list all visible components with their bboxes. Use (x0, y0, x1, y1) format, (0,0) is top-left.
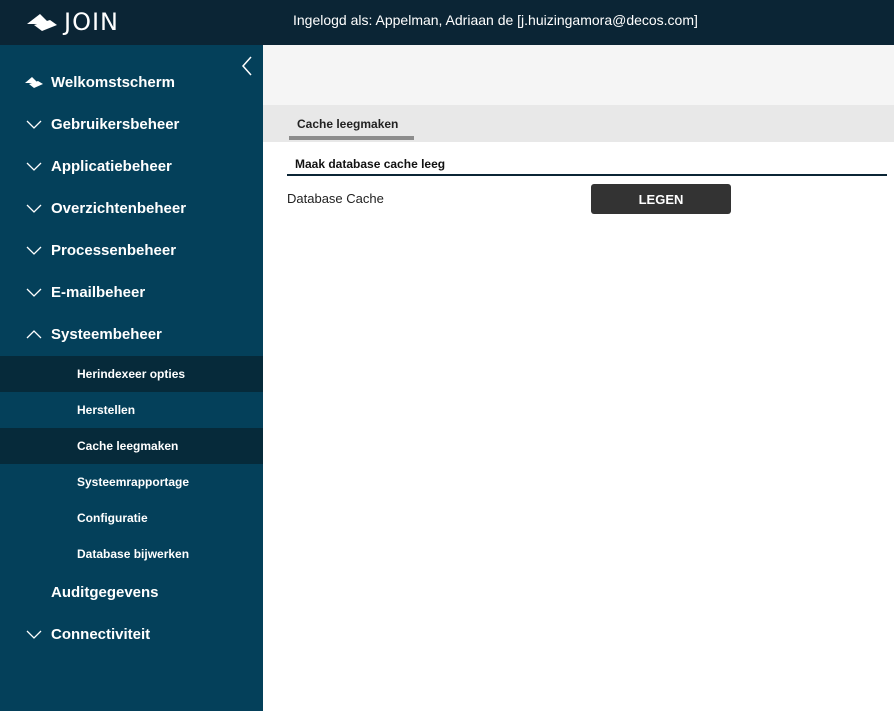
sidebar-item-systeembeheer[interactable]: Systeembeheer (0, 313, 263, 355)
sidebar-item-processenbeheer[interactable]: Processenbeheer (0, 229, 263, 271)
join-logo[interactable]: JOIN (26, 8, 119, 36)
sidebar-subitem-database-bijwerken[interactable]: Database bijwerken (0, 536, 263, 572)
legen-button[interactable]: LEGEN (591, 184, 731, 214)
sidebar-item-label: Gebruikersbeheer (51, 115, 180, 133)
content-header (263, 45, 894, 105)
sidebar-item-label: Processenbeheer (51, 241, 177, 259)
main-content: Cache leegmaken Maak database cache leeg… (263, 45, 894, 711)
chevron-down-icon (25, 117, 43, 131)
sidebar-item-e-mailbeheer[interactable]: E-mailbeheer (0, 271, 263, 313)
chevron-down-icon (25, 627, 43, 641)
tab-label: Cache leegmaken (297, 117, 399, 131)
logo-text: JOIN (64, 8, 119, 36)
chevron-down-icon (25, 159, 43, 173)
sidebar-subitem-herstellen[interactable]: Herstellen (0, 392, 263, 428)
sidebar-item-overzichtenbeheer[interactable]: Overzichtenbeheer (0, 187, 263, 229)
sidebar-item-label: Systeembeheer (51, 325, 162, 343)
home-icon (25, 75, 43, 89)
sidebar-item-auditgegevens[interactable]: Auditgegevens (0, 571, 263, 613)
sidebar-item-label: Connectiviteit (51, 625, 151, 643)
chevron-up-icon (25, 327, 43, 341)
sidebar-subitem-label: Configuratie (77, 511, 148, 525)
section-divider (287, 174, 887, 176)
sidebar-item-connectiviteit[interactable]: Connectiviteit (0, 613, 263, 655)
sidebar-item-label: Applicatiebeheer (51, 157, 172, 175)
active-tab-indicator (289, 136, 414, 140)
chevron-down-icon (25, 243, 43, 257)
sidebar-subitem-label: Database bijwerken (77, 547, 190, 561)
sidebar-item-label: Auditgegevens (51, 583, 159, 601)
sidebar-item-applicatiebeheer[interactable]: Applicatiebeheer (0, 145, 263, 187)
top-bar: JOIN Ingelogd als: Appelman, Adriaan de … (0, 0, 894, 45)
tab-cache-leegmaken[interactable]: Cache leegmaken (289, 105, 414, 142)
tab-strip: Cache leegmaken (263, 105, 894, 142)
sidebar-item-gebruikersbeheer[interactable]: Gebruikersbeheer (0, 103, 263, 145)
chevron-down-icon (25, 201, 43, 215)
sidebar-item-label: E-mailbeheer (51, 283, 146, 301)
section-title: Maak database cache leeg (295, 157, 446, 171)
database-cache-label: Database Cache (287, 191, 384, 206)
sidebar-subitem-systeemrapportage[interactable]: Systeemrapportage (0, 464, 263, 500)
chevron-down-icon (25, 285, 43, 299)
logged-in-user: Ingelogd als: Appelman, Adriaan de [j.hu… (293, 12, 698, 28)
sidebar-subitem-herindexeer-opties[interactable]: Herindexeer opties (0, 356, 263, 392)
sidebar-item-label: Overzichtenbeheer (51, 199, 187, 217)
sidebar-subitem-configuratie[interactable]: Configuratie (0, 500, 263, 536)
sidebar-subitem-label: Herindexeer opties (77, 367, 186, 381)
sidebar: Welkomstscherm Gebruikersbeheer Applicat… (0, 45, 263, 711)
sidebar-item-label: Welkomstscherm (51, 73, 175, 91)
sidebar-subitem-label: Cache leegmaken (77, 439, 179, 453)
sidebar-subitem-label: Systeemrapportage (77, 475, 190, 489)
sidebar-subitem-label: Herstellen (77, 403, 136, 417)
sidebar-subitem-cache-leegmaken[interactable]: Cache leegmaken (0, 428, 263, 464)
sidebar-item-welkomstscherm[interactable]: Welkomstscherm (0, 61, 263, 103)
join-logo-icon (27, 14, 57, 31)
